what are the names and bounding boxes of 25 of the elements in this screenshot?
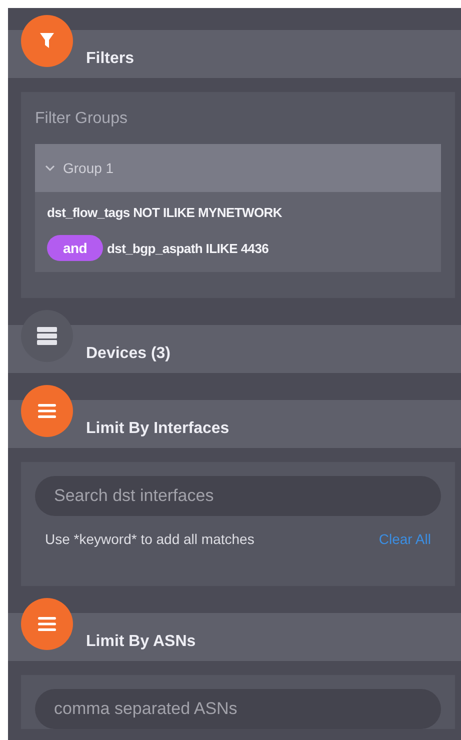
- section-header[interactable]: Filters: [8, 30, 461, 78]
- section-title: Limit By ASNs: [86, 633, 196, 651]
- section-title: Limit By Interfaces: [86, 420, 230, 438]
- search-field[interactable]: comma separated ASNs: [35, 689, 441, 729]
- section-title: Devices (3): [86, 345, 170, 363]
- group-title: Group 1: [63, 160, 114, 176]
- section-icon-button[interactable]: [21, 598, 73, 650]
- section-icon-button[interactable]: [21, 15, 73, 67]
- section-title: Filters: [86, 50, 134, 68]
- filter-rule: dst_flow_tags NOT ILIKE MYNETWORK: [47, 204, 282, 220]
- search-field[interactable]: Search dst interfaces: [35, 476, 441, 516]
- and-operator-tag[interactable]: and: [47, 235, 103, 261]
- section-icon-button[interactable]: [21, 385, 73, 437]
- hint-text: Use *keyword* to add all matches: [45, 531, 254, 547]
- section-header[interactable]: Limit By ASNs: [8, 613, 461, 661]
- chevron-icon: [45, 164, 55, 172]
- server-icon: [37, 327, 57, 345]
- filter-icon: [40, 33, 54, 49]
- menu-icon: [38, 404, 56, 418]
- menu-icon: [38, 617, 56, 631]
- group-header[interactable]: Group 1: [35, 144, 441, 192]
- filter-rule: dst_bgp_aspath ILIKE 4436: [107, 240, 269, 256]
- section-header[interactable]: Limit By Interfaces: [8, 400, 461, 448]
- panel-subtitle: Filter Groups: [35, 109, 128, 129]
- section-header[interactable]: Devices (3): [8, 325, 461, 373]
